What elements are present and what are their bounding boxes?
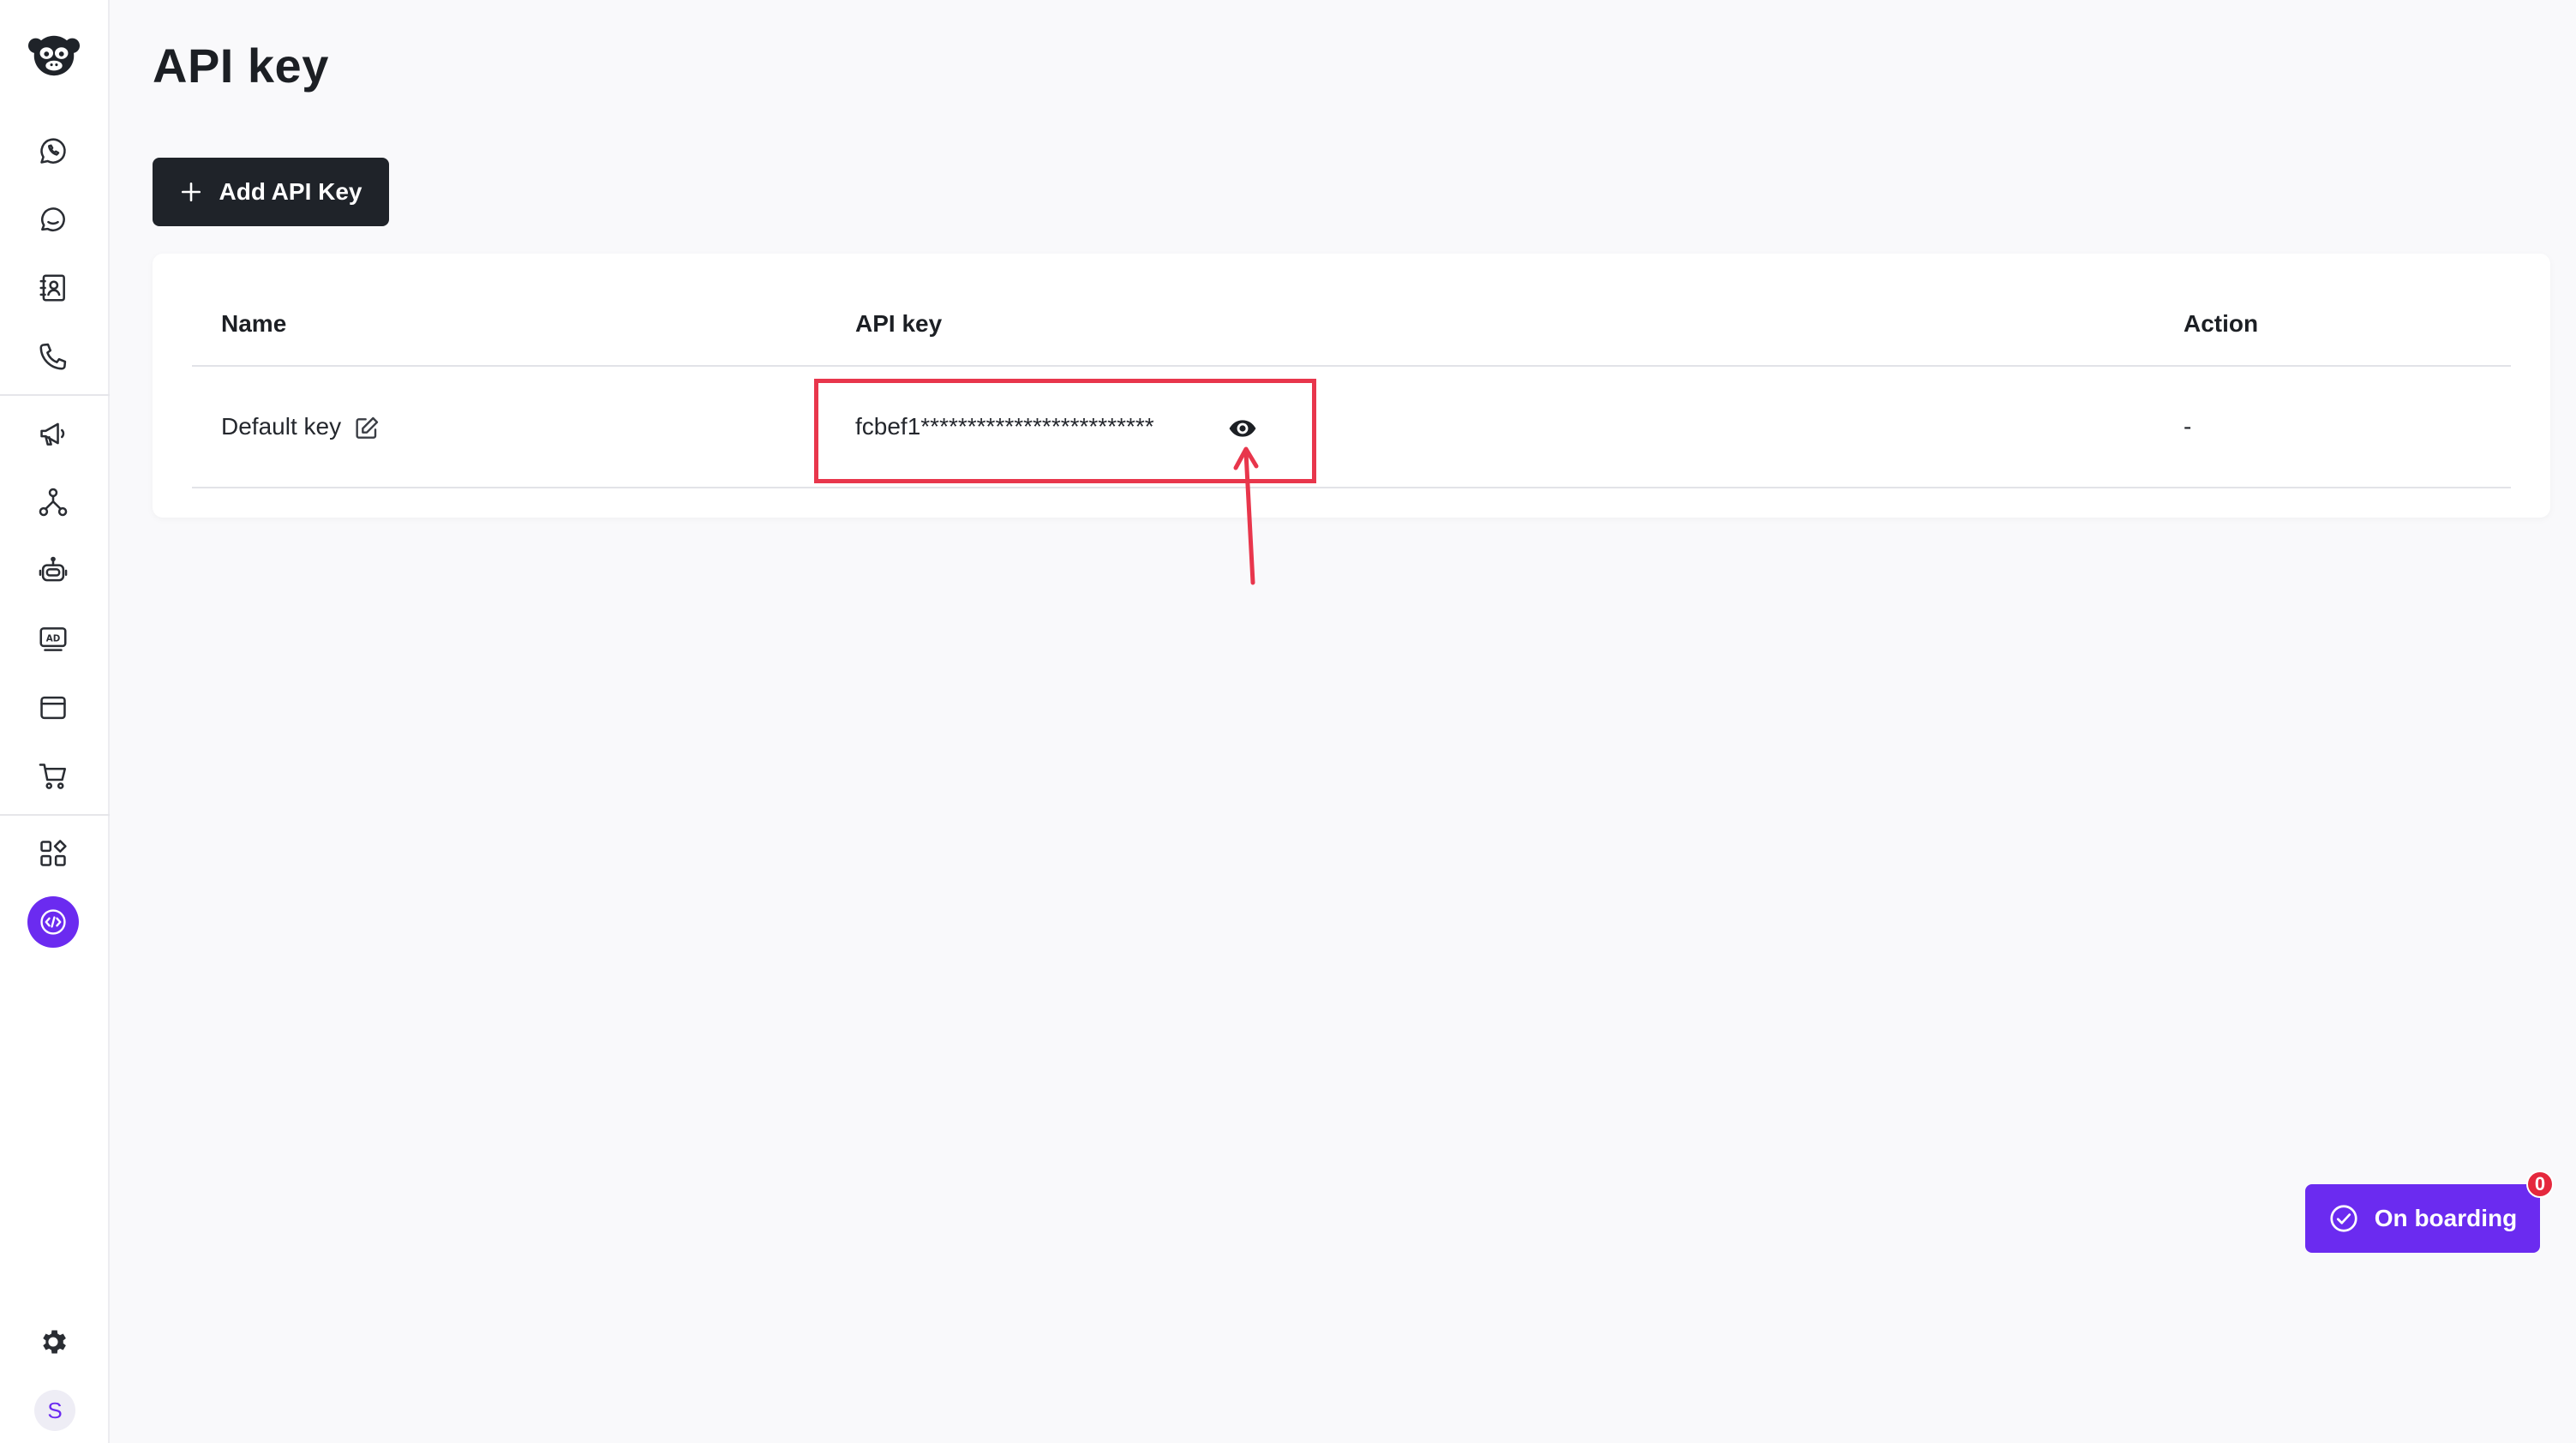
onboarding-count-badge: 0	[2526, 1171, 2554, 1198]
monkey-logo-icon[interactable]	[26, 26, 82, 82]
ad-screen-icon[interactable]: AD	[27, 614, 79, 665]
wallet-card-icon[interactable]	[27, 682, 79, 733]
developer-api-icon[interactable]	[27, 896, 79, 948]
column-header-name: Name	[221, 310, 287, 337]
onboarding-button[interactable]: On boarding	[2305, 1184, 2540, 1253]
sidebar-divider	[0, 394, 110, 396]
key-name-cell: Default key	[221, 413, 342, 440]
eye-icon[interactable]	[1227, 415, 1258, 442]
onboarding-label: On boarding	[2374, 1205, 2518, 1231]
column-header-action: Action	[2184, 310, 2259, 337]
add-api-key-label: Add API Key	[219, 178, 362, 205]
chat-bubble-icon[interactable]	[27, 194, 79, 245]
table-row-divider	[192, 487, 2511, 488]
page-title: API key	[153, 39, 329, 93]
shopping-cart-icon[interactable]	[27, 751, 79, 802]
action-cell: -	[2184, 413, 2192, 440]
phone-icon[interactable]	[27, 331, 79, 382]
add-api-key-button[interactable]: Add API Key	[153, 158, 389, 226]
api-key-masked-value: fcbef1*************************	[855, 413, 1154, 440]
megaphone-icon[interactable]	[27, 408, 79, 459]
whatsapp-icon[interactable]	[27, 125, 79, 177]
table-header-divider	[192, 365, 2511, 367]
svg-text:AD: AD	[46, 634, 61, 644]
column-header-api-key: API key	[855, 310, 943, 337]
api-key-table-card	[153, 254, 2550, 518]
flow-network-icon[interactable]	[27, 476, 79, 528]
user-avatar[interactable]: S	[34, 1390, 75, 1431]
settings-gear-icon[interactable]	[27, 1316, 79, 1368]
sidebar: AD S	[0, 0, 110, 1443]
edit-icon[interactable]	[353, 415, 380, 442]
contacts-icon[interactable]	[27, 262, 79, 314]
robot-icon[interactable]	[27, 545, 79, 596]
sidebar-divider	[0, 814, 110, 816]
apps-grid-icon[interactable]	[27, 828, 79, 879]
plus-icon	[181, 182, 201, 202]
check-circle-icon	[2330, 1205, 2357, 1232]
